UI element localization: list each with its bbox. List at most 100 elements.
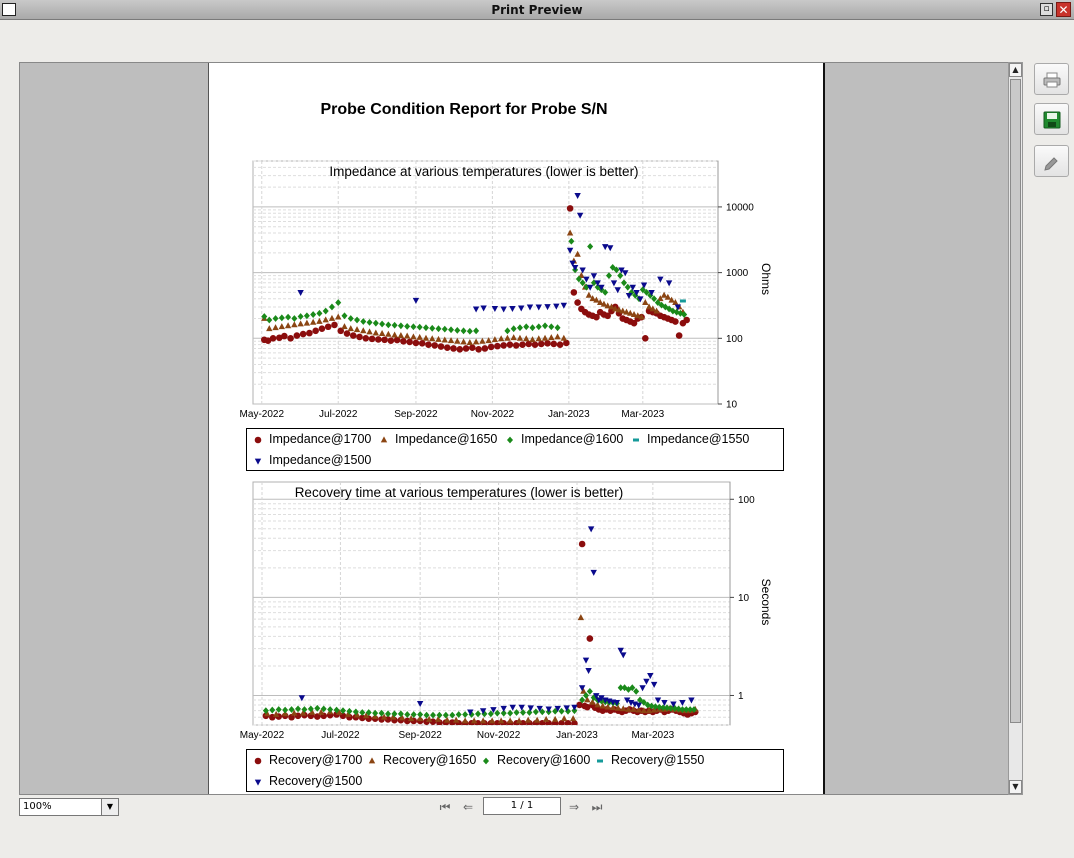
data-point bbox=[412, 339, 420, 347]
last-page-icon[interactable]: ⏭ bbox=[590, 800, 604, 814]
close-icon[interactable]: ✕ bbox=[1056, 2, 1071, 17]
x-tick-label: Sep-2022 bbox=[398, 730, 442, 741]
x-tick-label: May-2022 bbox=[240, 730, 285, 741]
legend-item: Recovery@1700 bbox=[253, 753, 362, 767]
legend-marker bbox=[368, 757, 376, 764]
data-point bbox=[331, 321, 338, 329]
data-point bbox=[306, 329, 313, 337]
window-title: Print Preview bbox=[491, 3, 583, 17]
save-button[interactable] bbox=[1034, 103, 1069, 135]
data-point bbox=[299, 330, 307, 338]
y-tick-label: 100 bbox=[726, 334, 743, 345]
next-page-icon[interactable]: ⇒ bbox=[567, 800, 581, 814]
vertical-scrollbar[interactable]: ▲ ▼ bbox=[1008, 62, 1023, 795]
data-point bbox=[356, 333, 363, 341]
x-tick-label: May-2022 bbox=[240, 409, 285, 420]
data-point bbox=[431, 342, 439, 349]
data-point bbox=[324, 323, 332, 331]
legend-label: Recovery@1700 bbox=[269, 753, 363, 767]
data-point bbox=[418, 339, 426, 347]
legend-label: Recovery@1550 bbox=[611, 753, 705, 767]
legend-item: Impedance@1550 bbox=[631, 432, 749, 446]
data-point bbox=[544, 339, 551, 347]
legend-label: Impedance@1600 bbox=[521, 432, 624, 446]
legend-marker bbox=[483, 757, 489, 765]
data-point bbox=[456, 346, 464, 353]
data-point bbox=[349, 332, 357, 339]
data-point bbox=[406, 338, 413, 346]
chart-title: Impedance at various temperatures (lower… bbox=[329, 164, 638, 179]
print-button[interactable] bbox=[1034, 63, 1069, 95]
edit-button[interactable] bbox=[1034, 145, 1069, 177]
legend-marker-icon bbox=[597, 759, 603, 763]
data-point bbox=[287, 335, 294, 342]
plot-area bbox=[252, 481, 731, 726]
data-point bbox=[570, 289, 578, 296]
legend-label: Recovery@1600 bbox=[497, 753, 591, 767]
y-axis-label: Ohms bbox=[759, 263, 773, 295]
data-point bbox=[375, 336, 382, 343]
y-tick-label: 1 bbox=[738, 691, 744, 702]
scroll-thumb[interactable] bbox=[1010, 79, 1021, 723]
data-point bbox=[368, 335, 376, 343]
data-point bbox=[462, 345, 470, 352]
y-tick-label: 10 bbox=[726, 400, 738, 411]
data-point bbox=[312, 327, 319, 335]
zoom-select[interactable]: 100% ▼ bbox=[19, 798, 119, 816]
zoom-value: 100% bbox=[23, 801, 52, 812]
maximize-icon[interactable]: ▫ bbox=[1040, 3, 1053, 16]
data-point bbox=[381, 336, 388, 344]
printer-icon bbox=[1043, 72, 1061, 88]
legend-item: Recovery@1600 bbox=[481, 753, 590, 767]
data-point bbox=[578, 540, 586, 548]
data-point bbox=[437, 343, 445, 350]
x-tick-label: Nov-2022 bbox=[477, 730, 521, 741]
legend-label: Impedance@1500 bbox=[269, 453, 372, 467]
data-point bbox=[487, 343, 495, 351]
legend-marker-icon bbox=[254, 779, 262, 786]
preview-viewport: Probe Condition Report for Probe S/N May… bbox=[19, 62, 1009, 795]
data-point bbox=[672, 318, 679, 325]
data-point bbox=[500, 342, 507, 349]
legend-item: Recovery@1500 bbox=[253, 774, 362, 788]
legend-label: Impedance@1550 bbox=[647, 432, 750, 446]
x-tick-label: Jan-2023 bbox=[548, 409, 590, 420]
report-title: Probe Condition Report for Probe S/N bbox=[320, 101, 608, 118]
legend-label: Impedance@1700 bbox=[269, 432, 372, 446]
data-point bbox=[293, 332, 301, 339]
legend-marker-icon bbox=[254, 757, 262, 765]
x-tick-label: Nov-2022 bbox=[471, 409, 515, 420]
legend-marker bbox=[254, 436, 262, 444]
chevron-down-icon[interactable]: ▼ bbox=[101, 799, 118, 815]
scroll-down-arrow-icon[interactable]: ▼ bbox=[1009, 780, 1022, 794]
pencil-icon bbox=[1044, 157, 1058, 171]
floppy-disk-icon bbox=[1043, 111, 1061, 129]
legend-item: Recovery@1650 bbox=[367, 753, 476, 767]
data-point bbox=[469, 344, 476, 351]
data-point bbox=[450, 345, 457, 352]
y-axis-label: Seconds bbox=[759, 579, 773, 626]
x-tick-label: Sep-2022 bbox=[394, 409, 438, 420]
data-point bbox=[425, 341, 432, 348]
legend-marker-icon bbox=[483, 757, 489, 765]
legend-marker bbox=[597, 759, 603, 763]
data-point bbox=[550, 340, 558, 348]
first-page-icon[interactable]: ⏮ bbox=[438, 800, 452, 814]
data-point bbox=[586, 635, 594, 642]
data-point bbox=[679, 299, 686, 303]
legend-marker-icon bbox=[254, 458, 262, 465]
x-tick-label: Jan-2023 bbox=[556, 730, 598, 741]
scroll-up-arrow-icon[interactable]: ▲ bbox=[1009, 63, 1022, 77]
x-tick-label: Mar-2023 bbox=[631, 730, 674, 741]
data-point bbox=[512, 342, 520, 349]
data-point bbox=[343, 330, 351, 337]
legend-marker bbox=[507, 436, 513, 444]
legend-marker-icon bbox=[633, 438, 639, 442]
previous-page-icon[interactable]: ⇐ bbox=[461, 800, 475, 814]
data-point bbox=[574, 299, 581, 306]
recovery-chart: May-2022 Jul-2022 Sep-2022 Nov-2022 Jan-2023… bbox=[240, 481, 773, 756]
page-number-field[interactable]: 1 / 1 bbox=[483, 797, 561, 815]
legend-item: Impedance@1700 bbox=[253, 432, 371, 446]
y-tick-label: 10 bbox=[738, 593, 750, 604]
legend-marker-icon bbox=[507, 436, 513, 444]
